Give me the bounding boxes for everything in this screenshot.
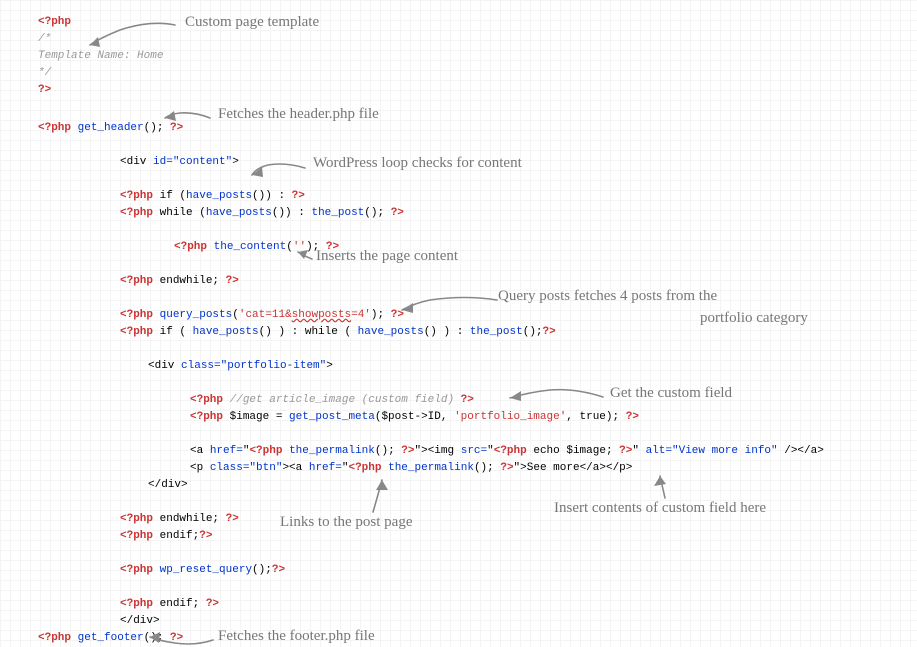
code-diagram: <?php /* Template Name: Home */ ?> <?php… bbox=[0, 0, 917, 646]
arrow-layer bbox=[0, 0, 917, 646]
